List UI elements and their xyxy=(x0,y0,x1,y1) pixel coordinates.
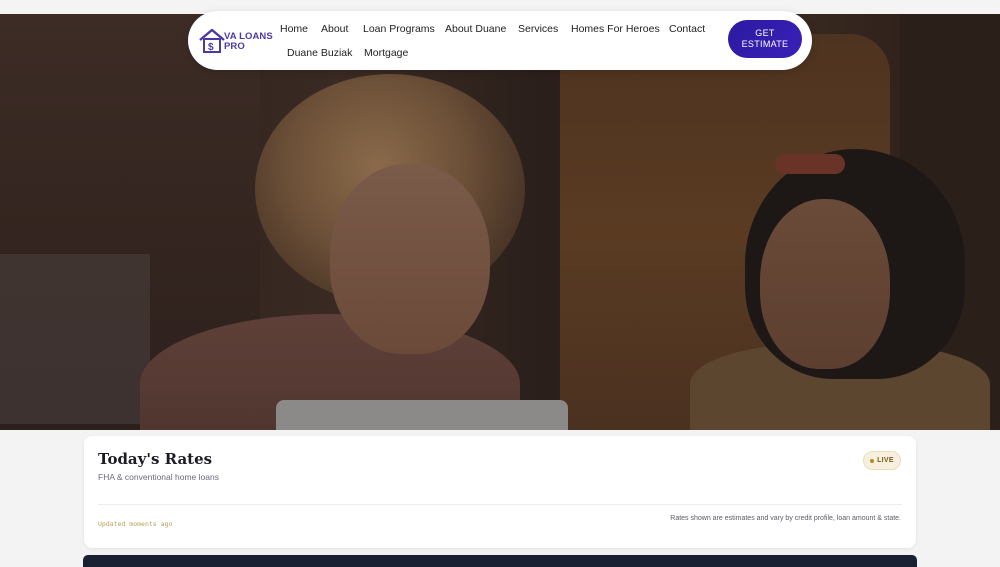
nav-about[interactable]: About xyxy=(321,23,348,35)
nav-homes-for-heroes[interactable]: Homes For Heroes xyxy=(571,23,660,35)
rates-subtitle: FHA & conventional home loans xyxy=(98,472,219,482)
nav-loan-programs[interactable]: Loan Programs xyxy=(363,23,435,35)
rates-card: Today's Rates FHA & conventional home lo… xyxy=(84,436,916,548)
hero-person-right-face xyxy=(760,199,890,369)
hero-hair-bow xyxy=(775,154,845,174)
hero-light xyxy=(0,254,150,424)
brand-line-2: PRO xyxy=(224,41,245,52)
hero-person-left-face xyxy=(330,164,490,354)
live-dot-icon xyxy=(870,458,875,463)
live-badge: LIVE xyxy=(863,451,901,470)
main-navigation: $ VA LOANS PRO Home About Loan Programs … xyxy=(188,11,812,70)
svg-text:$: $ xyxy=(208,42,214,53)
rates-title: Today's Rates xyxy=(98,450,213,468)
rates-disclaimer: Rates shown are estimates and vary by cr… xyxy=(670,515,901,522)
house-dollar-icon: $ xyxy=(199,28,225,53)
rates-updated-text: Updated moments ago xyxy=(98,520,173,528)
nav-duane-buziak[interactable]: Duane Buziak xyxy=(287,47,352,59)
next-section-edge xyxy=(83,555,917,567)
cta-line-1: GET xyxy=(755,28,775,38)
brand-wordmark: VA LOANS PRO xyxy=(224,32,284,52)
nav-mortgage[interactable]: Mortgage xyxy=(364,47,408,59)
nav-contact[interactable]: Contact xyxy=(669,23,705,35)
nav-services[interactable]: Services xyxy=(518,23,558,35)
brand-logo[interactable]: $ VA LOANS PRO xyxy=(198,28,278,56)
get-estimate-button[interactable]: GET ESTIMATE xyxy=(728,20,802,58)
hero-image xyxy=(0,14,1000,430)
nav-home[interactable]: Home xyxy=(280,23,308,35)
live-label: LIVE xyxy=(877,457,894,464)
hero-laptop xyxy=(276,400,568,430)
rates-divider xyxy=(98,504,902,505)
nav-about-duane[interactable]: About Duane xyxy=(445,23,506,35)
cta-line-2: ESTIMATE xyxy=(741,39,789,49)
